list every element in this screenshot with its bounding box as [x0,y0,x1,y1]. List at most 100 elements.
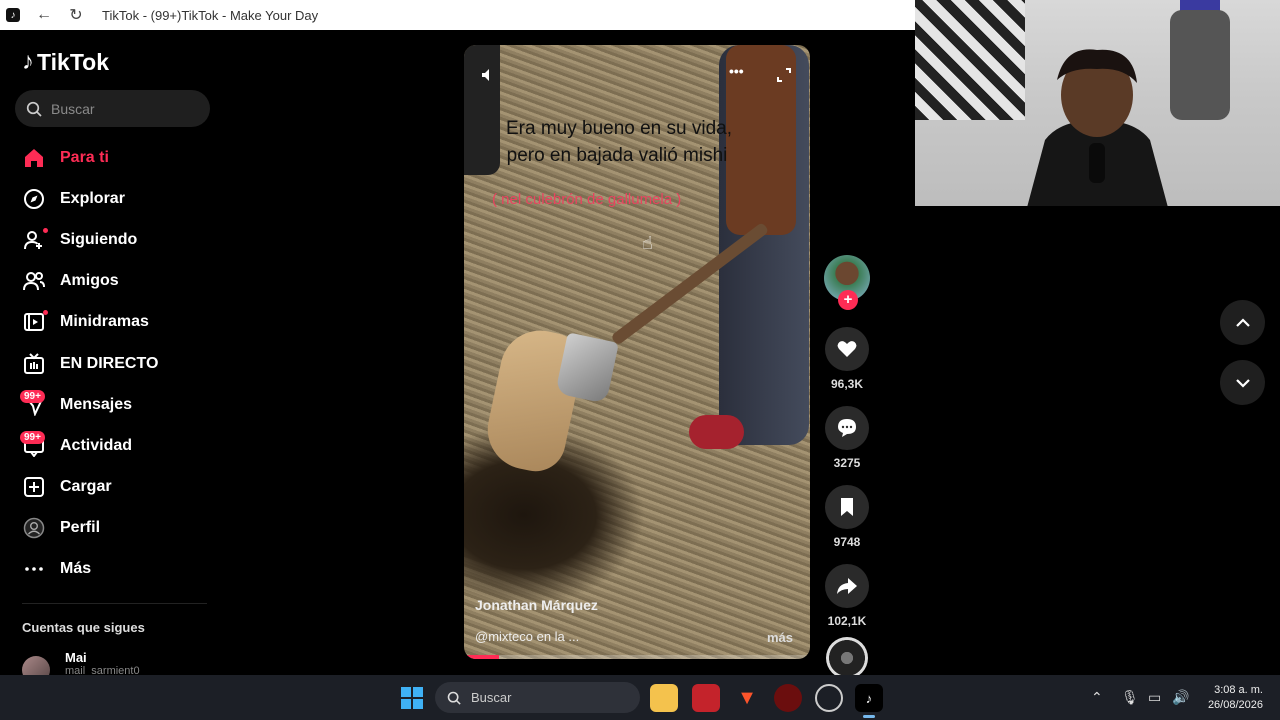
network-icon[interactable]: ▭ [1148,675,1161,720]
following-icon [22,227,48,252]
video-progress-bar[interactable] [464,655,810,659]
windows-start-icon[interactable] [401,687,423,709]
chevron-up-icon [1235,317,1250,327]
saves-count: 9748 [833,535,861,549]
clock-date: 26/08/2026 [1207,699,1263,711]
video-scene-shoe [689,415,744,449]
sidebar-item-label: Mensajes [60,395,133,413]
sidebar-nav: Para ti Explorar Siguiendo Amigos Minidr… [0,137,225,590]
sidebar-item-label: Explorar [60,189,125,207]
sidebar-item-siguiendo[interactable]: Siguiendo [0,219,225,260]
video-caption-line3: ( nel culebrón de gallumela ) [492,191,682,208]
reload-icon[interactable]: ↻ [68,5,84,25]
sidebar-item-en-directo[interactable]: EN DIRECTO [0,343,225,384]
like-button[interactable] [825,327,869,371]
sidebar-item-amigos[interactable]: Amigos [0,261,225,302]
comment-button[interactable] [825,406,869,450]
search-box[interactable] [15,90,210,127]
sidebar-item-label: Más [60,560,92,578]
video-scene-shovel-blade [555,332,619,404]
comments-count: 3275 [833,456,861,470]
sidebar-divider [22,603,207,604]
sidebar-item-mas[interactable]: Más [0,549,225,590]
heart-icon [837,341,857,357]
video-author[interactable]: Jonathan Márquez [475,597,598,613]
notification-dot [43,227,48,233]
comment-icon [838,419,856,437]
sidebar-item-label: Amigos [60,272,119,290]
video-caption-line1: Era muy bueno en su vida, [505,118,733,139]
red-app-icon[interactable] [774,684,802,712]
music-disc-icon[interactable] [826,637,868,679]
sidebar: ♪ TikTok Para ti Explorar Siguiendo [0,30,225,684]
share-arrow-icon [837,578,857,594]
window-title: TikTok - (99+)TikTok - Make Your Day [102,7,319,23]
tray-chevron-up-icon[interactable]: ⌃ [1091,675,1103,720]
back-arrow-icon[interactable]: ← [36,6,52,24]
share-action[interactable]: 102,1K [822,564,872,631]
sidebar-item-label: Siguiendo [60,230,138,248]
comment-action[interactable]: 3275 [822,406,872,473]
video-actions: + 96,3K 3275 9748 102,1K [822,255,872,679]
chevron-down-icon [1235,378,1250,388]
bookmark-icon [841,498,853,516]
sidebar-item-label: Perfil [60,519,101,537]
next-video-button[interactable] [1220,360,1265,405]
following-section-title: Cuentas que sigues [22,620,145,635]
browser-titlebar: ♪ ← ↻ TikTok - (99+)TikTok - Make Your D… [0,0,915,30]
save-action[interactable]: 9748 [822,485,872,552]
sidebar-item-minidramas[interactable]: Minidramas [0,302,225,343]
sidebar-item-label: Minidramas [60,313,149,331]
search-input[interactable] [51,100,191,117]
fullscreen-icon[interactable] [776,67,794,85]
taskbar-search-label: Buscar [471,690,512,705]
tiktok-app-icon[interactable]: ♪ [855,684,883,718]
live-icon [22,352,46,376]
file-explorer-icon[interactable] [650,684,678,712]
upload-icon [22,475,46,499]
video-progress-fill [464,655,499,659]
compass-icon [22,187,46,211]
taskbar-clock[interactable]: 3:08 a. m. 26/08/2026 [1198,683,1263,713]
settings-app-icon[interactable] [815,684,843,712]
video-player[interactable]: Era muy bueno en su vida, pero en bajada… [464,45,810,659]
sidebar-item-explorar[interactable]: Explorar [0,178,225,219]
mouse-pointer-icon: ☝ [642,233,653,253]
volume-tray-icon[interactable]: 🔊 [1172,675,1189,720]
creator-avatar[interactable]: + [824,255,870,310]
activity-badge: 99+ [20,431,45,445]
sidebar-item-actividad[interactable]: 99+ Actividad [0,425,225,466]
profile-icon [22,516,46,540]
taskbar: Buscar ▼ ♪ ⌃ 🎙 ▭ 🔊 3:08 a. m. 26/08/2026 [0,675,1280,720]
sidebar-item-cargar[interactable]: Cargar [0,467,225,508]
options-dots-icon[interactable]: ••• [729,63,747,81]
sidebar-item-para-ti[interactable]: Para ti [0,137,225,178]
film-icon [22,310,48,334]
follow-plus-button[interactable]: + [838,290,858,310]
video-description: @mixteco en la ... [475,629,580,644]
volume-icon[interactable] [480,67,498,85]
sidebar-item-perfil[interactable]: Perfil [0,508,225,549]
logo-text: TikTok [37,48,109,75]
microphone-icon[interactable]: 🎙 [1121,675,1139,720]
search-icon [447,691,461,705]
sidebar-item-mensajes[interactable]: 99+ Mensajes [0,384,225,425]
account-name: Mai [65,650,87,665]
more-icon [22,557,46,581]
home-icon [22,146,46,170]
likes-count: 96,3K [830,377,864,391]
messages-badge: 99+ [20,390,45,404]
taskbar-search[interactable]: Buscar [435,682,640,713]
like-action[interactable]: 96,3K [822,327,872,394]
tiktok-note-icon: ♪ [22,48,34,75]
shares-count: 102,1K [827,614,867,628]
sidebar-item-label: EN DIRECTO [60,354,159,372]
share-button[interactable] [825,564,869,608]
brave-browser-icon[interactable]: ▼ [733,684,761,712]
tiktok-logo[interactable]: ♪ TikTok [22,48,109,76]
save-button[interactable] [825,485,869,529]
sidebar-item-label: Para ti [60,148,109,166]
previous-video-button[interactable] [1220,300,1265,345]
voicemod-app-icon[interactable] [692,684,720,712]
more-button[interactable]: más [767,630,793,645]
